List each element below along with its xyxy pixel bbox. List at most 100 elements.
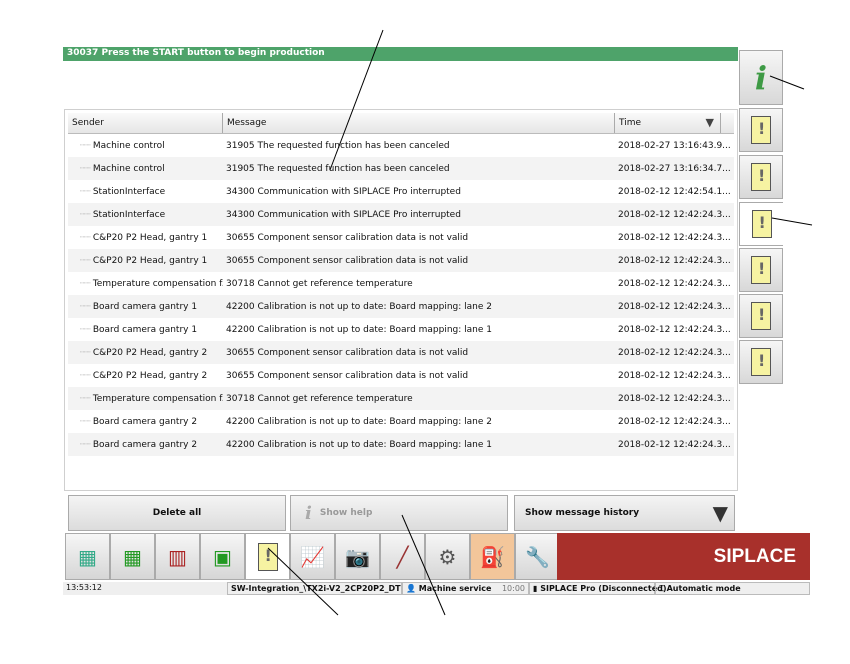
sender-cell: ┈┈ C&P20 P2 Head, gantry 1 <box>68 256 223 266</box>
info-icon: i <box>305 502 312 524</box>
clock: 13:53:12 <box>66 583 102 592</box>
tool-maintenance[interactable]: ⛽ <box>470 533 515 580</box>
sender-cell: ┈┈ StationInterface <box>68 187 223 197</box>
tool-settings[interactable]: 🔧 <box>515 533 560 580</box>
sender-cell: ┈┈ Temperature compensation f... <box>68 394 223 404</box>
table-row[interactable]: ┈┈ Board camera gantry 1 42200 Calibration… <box>68 318 734 341</box>
time-cell: 2018-02-12 12:42:24.3... <box>615 394 731 404</box>
table-row[interactable]: ┈┈ StationInterface 34300 Communication wi… <box>68 180 734 203</box>
table-row[interactable]: ┈┈ Board camera gantry 2 42200 Calibration… <box>68 410 734 433</box>
cell-text: 2018-02-27 13:16:34.7... <box>618 163 731 174</box>
cell-text: 30718 Cannot get reference temperature <box>226 393 413 404</box>
trend-chart-icon: 📈 <box>300 544 325 569</box>
cell-text: 30655 Component sensor calibration data … <box>226 232 469 243</box>
mode-icon: ⌶ <box>659 584 664 593</box>
cell-text: C&P20 P2 Head, gantry 1 <box>92 255 208 266</box>
sender-cell: ┈┈ Board camera gantry 2 <box>68 417 223 427</box>
table-row[interactable]: ┈┈ Machine control 31905 The requested fun… <box>68 134 734 157</box>
cell-text: Machine control <box>92 140 165 151</box>
column-sender[interactable]: Sender <box>68 113 223 133</box>
sender-cell: ┈┈ Temperature compensation f... <box>68 279 223 289</box>
messages-trend-button[interactable] <box>739 155 783 199</box>
status-message-bar: 30037 Press the START button to begin pr… <box>63 47 738 61</box>
cell-text: Board camera gantry 2 <box>92 439 198 450</box>
time-cell: 2018-02-12 12:42:24.3... <box>615 325 731 335</box>
table-row[interactable]: ┈┈ StationInterface 34300 Communication wi… <box>68 203 734 226</box>
message-cell: 30655 Component sensor calibration data … <box>223 348 615 358</box>
cell-text: Board camera gantry 1 <box>92 324 198 335</box>
show-history-label: Show message history <box>525 508 640 518</box>
tool-status[interactable]: ▥ <box>155 533 200 580</box>
cell-text: 30655 Component sensor calibration data … <box>226 347 469 358</box>
table-row[interactable]: ┈┈ C&P20 P2 Head, gantry 1 30655 Component… <box>68 249 734 272</box>
column-message[interactable]: Message <box>223 113 615 133</box>
table-row[interactable]: ┈┈ C&P20 P2 Head, gantry 2 30655 Component… <box>68 364 734 387</box>
tool-trend[interactable]: 📈 <box>290 533 335 580</box>
table-row[interactable]: ┈┈ Board camera gantry 2 42200 Calibration… <box>68 433 734 456</box>
tree-connector: ┈┈ <box>80 209 91 220</box>
time-cell: 2018-02-12 12:42:24.3... <box>615 279 731 289</box>
time-cell: 2018-02-12 12:42:24.3... <box>615 256 731 266</box>
tool-nozzle[interactable]: ╱ <box>380 533 425 580</box>
time-cell: 2018-02-12 12:42:24.3... <box>615 417 731 427</box>
tool-boards[interactable]: ▦ <box>65 533 110 580</box>
message-cell: 30655 Component sensor calibration data … <box>223 233 615 243</box>
message-cell: 31905 The requested function has been ca… <box>223 164 615 174</box>
tool-messages[interactable] <box>245 533 290 580</box>
message-cell: 42200 Calibration is not up to date: Boa… <box>223 302 615 312</box>
tool-setup[interactable]: ▦ <box>110 533 155 580</box>
tree-connector: ┈┈ <box>80 416 91 427</box>
messages-statistics-button[interactable] <box>739 248 783 292</box>
tool-layout[interactable]: ▣ <box>200 533 245 580</box>
show-message-history-dropdown[interactable]: Show message history ▼ <box>514 495 735 531</box>
messages-camera-button[interactable] <box>739 340 783 384</box>
tool-camera[interactable]: 📷 <box>335 533 380 580</box>
status-bar: 13:53:12 SW-Integration_\TX2i-V2_2CP20P2… <box>63 582 810 595</box>
cell-text: 2018-02-12 12:42:54.1... <box>618 186 731 197</box>
table-row[interactable]: ┈┈ Board camera gantry 1 42200 Calibration… <box>68 295 734 318</box>
cell-text: Temperature compensation f... <box>92 393 223 404</box>
cell-text: 31905 The requested function has been ca… <box>226 140 450 151</box>
show-help-button[interactable]: i Show help <box>290 495 508 531</box>
tree-connector: ┈┈ <box>80 439 91 450</box>
table-row[interactable]: ┈┈ Temperature compensation f... 30718 Can… <box>68 387 734 410</box>
table-header: Sender Message Time ▼ <box>68 113 734 134</box>
sender-cell: ┈┈ Board camera gantry 1 <box>68 325 223 335</box>
table-row[interactable]: ┈┈ C&P20 P2 Head, gantry 1 30655 Component… <box>68 226 734 249</box>
time-cell: 2018-02-27 13:16:34.7... <box>615 164 731 174</box>
cell-text: Machine control <box>92 163 165 174</box>
message-cell: 30655 Component sensor calibration data … <box>223 256 615 266</box>
cell-text: 42200 Calibration is not up to date: Boa… <box>226 439 493 450</box>
time-cell: 2018-02-12 12:42:24.3... <box>615 348 731 358</box>
messages-machine-button[interactable] <box>739 108 783 152</box>
table-row[interactable]: ┈┈ Temperature compensation f... 30718 Can… <box>68 272 734 295</box>
time-cell: 2018-02-12 12:42:24.3... <box>615 440 731 450</box>
tree-connector: ┈┈ <box>80 278 91 289</box>
message-cell: 30718 Cannot get reference temperature <box>223 394 615 404</box>
delete-all-button[interactable]: Delete all <box>68 495 286 531</box>
column-time[interactable]: Time ▼ <box>615 113 721 133</box>
table-body: ┈┈ Machine control 31905 The requested fun… <box>68 134 734 456</box>
messages-operator-button[interactable] <box>739 202 783 246</box>
level-bars-icon: ▥ <box>168 544 187 569</box>
info-button[interactable]: i <box>739 50 783 105</box>
message-hand-icon <box>751 210 772 238</box>
cell-text: 2018-02-12 12:42:24.3... <box>618 255 731 266</box>
tool-service[interactable]: ⚙ <box>425 533 470 580</box>
user-role[interactable]: 👤 Machine service 10:00 <box>402 582 529 595</box>
table-row[interactable]: ┈┈ C&P20 P2 Head, gantry 2 30655 Component… <box>68 341 734 364</box>
message-bar-icon <box>751 256 771 284</box>
oil-can-icon: ⛽ <box>480 544 505 569</box>
time-cell: 2018-02-12 12:42:24.3... <box>615 302 731 312</box>
cell-text: 34300 Communication with SIPLACE Pro int… <box>226 186 461 197</box>
time-cell: 2018-02-12 12:42:24.3... <box>615 233 731 243</box>
message-table: Sender Message Time ▼ ┈┈ Machine control 31… <box>64 109 738 491</box>
dropdown-arrow-icon: ▼ <box>712 501 728 525</box>
message-cell: 30655 Component sensor calibration data … <box>223 371 615 381</box>
station-name: SW-Integration_\TX2i-V2_2CP20P2_DT <box>227 582 402 595</box>
messages-feeder-button[interactable] <box>739 294 783 338</box>
table-row[interactable]: ┈┈ Machine control 31905 The requested fun… <box>68 157 734 180</box>
delete-all-label: Delete all <box>152 508 202 518</box>
sender-cell: ┈┈ Machine control <box>68 164 223 174</box>
hand-gear-icon: ⚙ <box>438 544 457 569</box>
